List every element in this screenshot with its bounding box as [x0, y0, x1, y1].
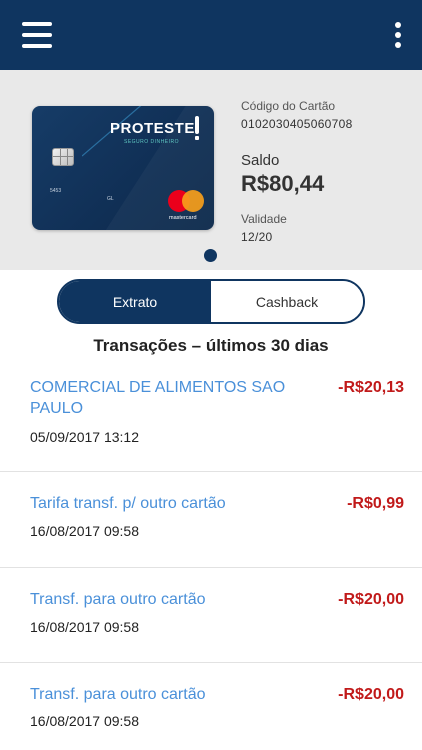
transaction-description: COMERCIAL DE ALIMENTOS SAO PAULO: [30, 379, 286, 417]
transaction-amount: -R$0,99: [347, 495, 404, 512]
transaction-date: 05/09/2017 13:12: [30, 429, 139, 445]
segmented-tabs: Extrato Cashback: [57, 279, 365, 324]
transaction-row[interactable]: Transf. para outro cartão -R$20,00 16/08…: [0, 568, 422, 663]
transaction-row[interactable]: COMERCIAL DE ALIMENTOS SAO PAULO -R$20,1…: [0, 364, 422, 472]
mastercard-label: mastercard: [169, 215, 197, 221]
mastercard-logo-icon: [166, 190, 206, 214]
card-brand-logo: PROTESTE: [110, 120, 195, 137]
transaction-date: 16/08/2017 09:58: [30, 713, 139, 729]
card-code-value: 0102030405060708: [241, 117, 353, 131]
balance-value: R$80,44: [241, 171, 325, 196]
card-code-label: Código do Cartão: [241, 99, 336, 113]
app-bar: [0, 0, 422, 70]
chip-icon: [52, 148, 74, 166]
tab-extrato[interactable]: Extrato: [59, 281, 211, 322]
section-title: Transações – últimos 30 dias: [93, 336, 329, 355]
card-gl-mark: GL: [107, 196, 114, 202]
transaction-description: Transf. para outro cartão: [30, 686, 206, 703]
validity-value: 12/20: [241, 230, 273, 244]
more-options-icon[interactable]: [394, 22, 402, 50]
validity-label: Validade: [241, 212, 287, 226]
card-number-prefix: 5453: [50, 188, 62, 194]
menu-icon[interactable]: [22, 22, 52, 48]
transaction-description: Tarifa transf. p/ outro cartão: [30, 495, 226, 512]
transaction-row[interactable]: Transf. para outro cartão -R$20,00 16/08…: [0, 663, 422, 750]
transaction-amount: -R$20,00: [338, 591, 404, 608]
transaction-date: 16/08/2017 09:58: [30, 523, 139, 539]
carousel-page-indicator[interactable]: [204, 249, 217, 262]
transaction-date: 16/08/2017 09:58: [30, 619, 139, 635]
transaction-description: Transf. para outro cartão: [30, 591, 206, 608]
tab-cashback[interactable]: Cashback: [211, 281, 363, 322]
brand-exclamation-icon: [195, 116, 199, 140]
transaction-row[interactable]: Tarifa transf. p/ outro cartão -R$0,99 1…: [0, 472, 422, 568]
transaction-amount: -R$20,13: [338, 379, 404, 396]
payment-card[interactable]: PROTESTE SEGURO DINHEIRO 5453 GL masterc…: [32, 106, 214, 230]
card-brand-subtitle: SEGURO DINHEIRO: [124, 139, 180, 145]
balance-label: Saldo: [241, 152, 280, 169]
card-carousel[interactable]: PROTESTE SEGURO DINHEIRO 5453 GL masterc…: [0, 70, 422, 270]
transaction-amount: -R$20,00: [338, 686, 404, 703]
